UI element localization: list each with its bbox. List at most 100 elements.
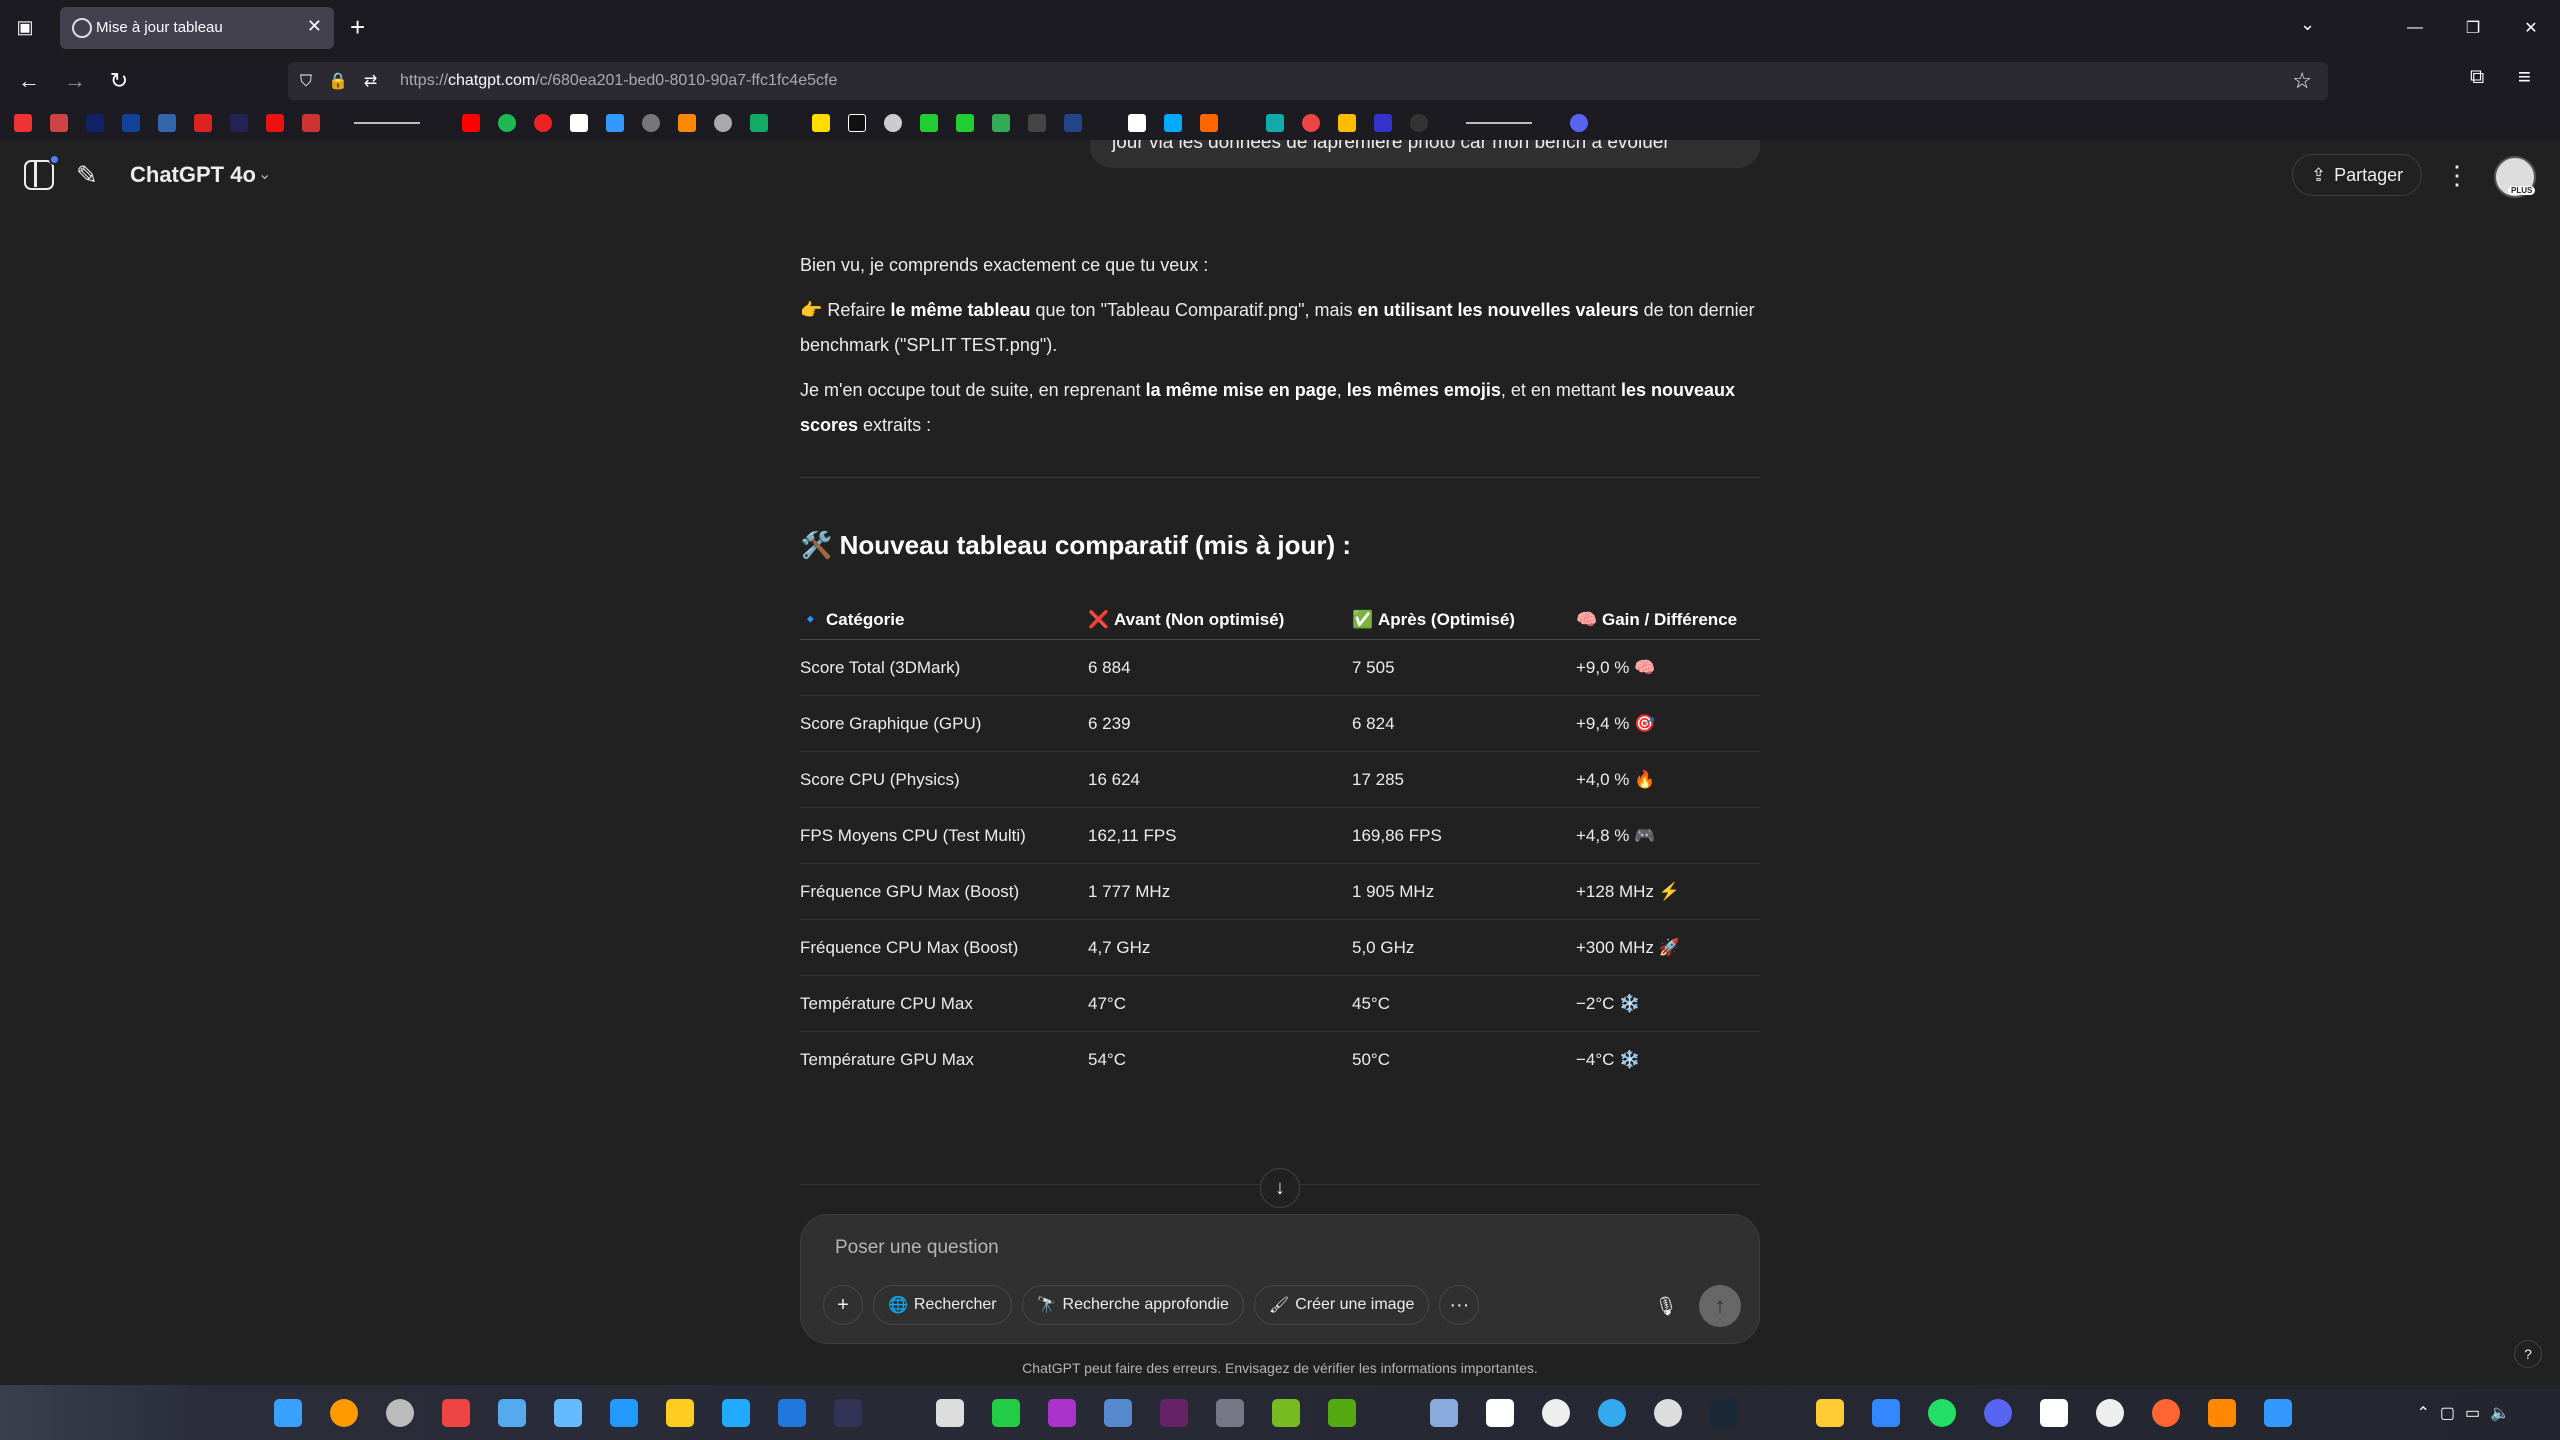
tab-close-icon[interactable]: ✕ (307, 16, 322, 37)
tab-active[interactable]: Mise à jour tableau ✕ (60, 7, 334, 49)
bookmark-icon[interactable] (1064, 114, 1082, 132)
send-arrow-up-icon[interactable]: ↑ (1699, 1285, 1741, 1327)
taskbar-app-icon[interactable] (2096, 1399, 2124, 1427)
help-button[interactable]: ? (2514, 1340, 2542, 1368)
whatsapp-icon[interactable] (1928, 1399, 1956, 1427)
url-text[interactable]: https://chatgpt.com/c/680ea201-bed0-8010… (400, 72, 837, 90)
prompt-input[interactable]: Poser une question (835, 1237, 999, 1259)
bookmark-icon[interactable] (1302, 114, 1320, 132)
chevron-down-icon[interactable]: ⌄ (258, 164, 271, 184)
close-window-icon[interactable]: ✕ (2502, 0, 2560, 56)
globe-icon[interactable] (714, 114, 732, 132)
bookmark-icon[interactable] (1164, 114, 1182, 132)
bookmark-icon[interactable] (302, 114, 320, 132)
bookmark-icon[interactable] (230, 114, 248, 132)
bookmark-icon[interactable] (1200, 114, 1218, 132)
bookmark-icon[interactable] (992, 114, 1010, 132)
bookmark-icon[interactable] (14, 114, 32, 132)
back-icon[interactable]: ← (14, 66, 44, 96)
taskbar-app-icon[interactable] (386, 1399, 414, 1427)
taskbar-app-icon[interactable] (1104, 1399, 1132, 1427)
extensions-icon[interactable]: ⧉ (2470, 66, 2484, 89)
bookmark-icon[interactable] (266, 114, 284, 132)
bookmark-icon[interactable] (1266, 114, 1284, 132)
taskbar-app-icon[interactable] (610, 1399, 638, 1427)
search-button[interactable]: 🌐 Rechercher (873, 1285, 1012, 1325)
windows-start-icon[interactable] (274, 1399, 302, 1427)
bookmark-icon[interactable] (812, 114, 830, 132)
bookmark-icon[interactable] (86, 114, 104, 132)
bookmark-icon[interactable] (956, 114, 974, 132)
steam-icon[interactable] (1710, 1399, 1738, 1427)
more-tools-button[interactable]: ··· (1439, 1285, 1480, 1325)
taskbar-app-icon[interactable] (666, 1399, 694, 1427)
scroll-down-arrow-icon[interactable]: ↓ (1260, 1168, 1300, 1208)
bookmark-icon[interactable] (1374, 114, 1392, 132)
firefox-icon[interactable] (2152, 1399, 2180, 1427)
taskbar-app-icon[interactable] (992, 1399, 1020, 1427)
taskbar-app-icon[interactable] (1430, 1399, 1458, 1427)
nvidia-icon[interactable] (1328, 1399, 1356, 1427)
taskbar-app-icon[interactable] (1486, 1399, 1514, 1427)
bookmark-icon[interactable] (1028, 114, 1046, 132)
tab-list-icon[interactable]: ▣ (12, 14, 38, 40)
forward-icon[interactable]: → (60, 66, 90, 96)
terminal-icon[interactable] (834, 1399, 862, 1427)
taskbar-app-icon[interactable] (1542, 1399, 1570, 1427)
bookmark-icon[interactable] (534, 114, 552, 132)
bookmark-icon[interactable] (750, 114, 768, 132)
taskbar-app-icon[interactable] (1872, 1399, 1900, 1427)
search-icon[interactable] (330, 1399, 358, 1427)
bookmark-icon[interactable] (606, 114, 624, 132)
minimize-icon[interactable]: — (2386, 0, 2444, 56)
bookmark-icon[interactable] (1338, 114, 1356, 132)
nvidia-icon[interactable] (1272, 1399, 1300, 1427)
discord-icon[interactable] (1570, 114, 1588, 132)
bookmark-icon[interactable] (122, 114, 140, 132)
bookmark-icon[interactable] (884, 114, 902, 132)
system-tray-icons[interactable]: ⌃▢▭🔈 (2416, 1403, 2520, 1423)
sidebar-toggle-icon[interactable] (24, 154, 60, 190)
restore-icon[interactable]: ❐ (2444, 0, 2502, 56)
nzxt-icon[interactable] (1160, 1399, 1188, 1427)
taskbar-app-icon[interactable] (2208, 1399, 2236, 1427)
bookmark-icon[interactable] (920, 114, 938, 132)
taskbar-app-icon[interactable] (554, 1399, 582, 1427)
mic-icon[interactable]: 🎙 (1647, 1287, 1685, 1325)
taskbar-app-icon[interactable] (1654, 1399, 1682, 1427)
deep-search-button[interactable]: 🔭 Recherche approfondie (1021, 1285, 1244, 1325)
spotify-icon[interactable] (498, 114, 516, 132)
taskbar-app-icon[interactable] (1048, 1399, 1076, 1427)
amazon-icon[interactable] (1128, 114, 1146, 132)
create-image-button[interactable]: 🖌 Créer une image (1253, 1285, 1430, 1325)
bookmark-star-icon[interactable]: ☆ (2292, 68, 2312, 94)
folder-icon[interactable] (1816, 1399, 1844, 1427)
url-bar[interactable]: ⛉🔒⇄ https://chatgpt.com/c/680ea201-bed0-… (288, 62, 2328, 100)
bookmark-icon[interactable] (678, 114, 696, 132)
bookmark-icon[interactable] (570, 114, 588, 132)
discord-icon[interactable] (1984, 1399, 2012, 1427)
notion-icon[interactable] (2040, 1399, 2068, 1427)
bookmark-icon[interactable] (194, 114, 212, 132)
taskbar-app-icon[interactable] (1598, 1399, 1626, 1427)
youtube-icon[interactable] (462, 114, 480, 132)
more-vertical-icon[interactable]: ⋮ (2444, 160, 2470, 191)
vscode-icon[interactable] (778, 1399, 806, 1427)
model-selector[interactable]: ChatGPT 4o (130, 162, 256, 188)
taskbar-app-icon[interactable] (936, 1399, 964, 1427)
taskbar-app-icon[interactable] (1216, 1399, 1244, 1427)
new-tab-icon[interactable]: + (350, 12, 365, 43)
share-button[interactable]: ⇪ Partager (2292, 154, 2423, 196)
taskbar-app-icon[interactable] (722, 1399, 750, 1427)
tab-overflow-chevron-icon[interactable]: ⌄ (2300, 14, 2315, 35)
taskbar-app-icon[interactable] (442, 1399, 470, 1427)
attach-plus-button[interactable]: + (823, 1285, 863, 1325)
new-chat-icon[interactable]: ✎ (76, 160, 106, 190)
bookmark-icon[interactable] (158, 114, 176, 132)
github-icon[interactable] (1410, 114, 1428, 132)
taskbar-app-icon[interactable] (498, 1399, 526, 1427)
tiktok-icon[interactable] (848, 114, 866, 132)
hamburger-menu-icon[interactable]: ≡ (2518, 64, 2531, 90)
reload-icon[interactable]: ↻ (104, 66, 134, 96)
bookmark-icon[interactable] (642, 114, 660, 132)
